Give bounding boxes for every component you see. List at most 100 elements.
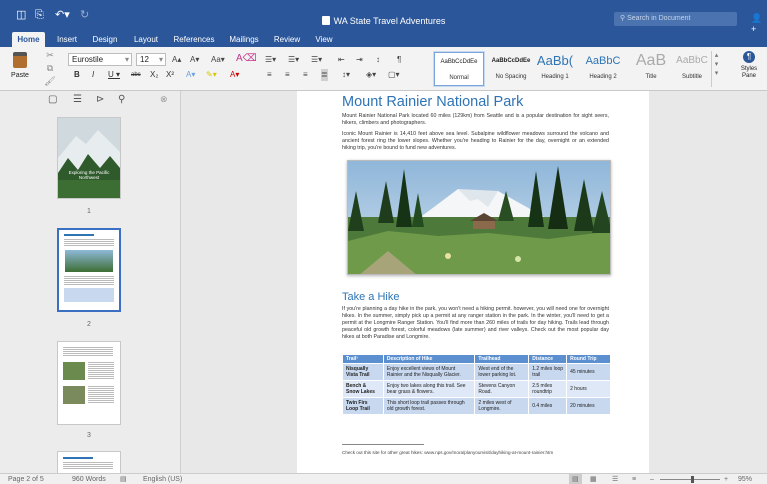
style-heading-1[interactable]: AaBb(Heading 1: [530, 52, 580, 86]
table-cell[interactable]: Twin Firs Loop Trail: [342, 397, 384, 415]
paste-button[interactable]: Paste: [8, 52, 32, 79]
zoom-in-icon[interactable]: +: [724, 474, 728, 484]
superscript-icon[interactable]: X²: [166, 69, 174, 81]
table-cell[interactable]: 2 hours: [566, 380, 611, 398]
bookmark-icon[interactable]: ⊳: [96, 94, 104, 105]
page-thumbnail-4[interactable]: [57, 451, 121, 473]
style-no-spacing[interactable]: AaBbCcDdEe No Spacing: [486, 52, 536, 86]
paragraph-intro[interactable]: Mount Rainier National Park located 60 m…: [342, 113, 609, 127]
proofing-icon[interactable]: ▤: [120, 474, 127, 484]
tab-references[interactable]: References: [169, 32, 219, 47]
subscript-icon[interactable]: X₂: [150, 69, 158, 81]
table-row[interactable]: Nisqually Vista Trail Enjoy excellent vi…: [342, 363, 611, 381]
zoom-out-icon[interactable]: –: [650, 474, 654, 484]
font-name-field[interactable]: Eurostile ▾: [68, 53, 132, 66]
shrink-font-icon[interactable]: A▾: [190, 54, 199, 66]
table-cell[interactable]: Bench & Snow Lakes: [342, 380, 384, 398]
table-cell[interactable]: 20 minutes: [566, 397, 611, 415]
page-thumbnail-3[interactable]: [57, 341, 121, 425]
document-canvas[interactable]: Mount Rainier National Park Mount Rainie…: [182, 91, 767, 473]
page-thumbnail-2[interactable]: [57, 228, 121, 312]
zoom-slider-handle[interactable]: [691, 476, 694, 483]
table-cell[interactable]: 2 miles west of Longmire.: [474, 397, 530, 415]
search-input[interactable]: ⚲ Search in Document: [614, 12, 737, 26]
font-color-icon[interactable]: A▾: [230, 69, 239, 81]
tab-layout[interactable]: Layout: [128, 32, 164, 47]
borders-icon[interactable]: ▢▾: [388, 69, 400, 81]
grow-font-icon[interactable]: A▴: [172, 54, 181, 66]
table-cell[interactable]: This short loop trail passes through old…: [382, 397, 476, 415]
decrease-indent-icon[interactable]: ⇤: [338, 54, 345, 66]
style-subtitle[interactable]: AaBbC Subtitle: [672, 52, 712, 86]
page-thumbnail-1[interactable]: Exploring the Pacific Northwest: [57, 117, 121, 199]
style-title[interactable]: AaB Title: [626, 52, 676, 86]
mount-rainier-photo[interactable]: [347, 160, 611, 275]
zoom-level[interactable]: 95%: [738, 474, 752, 484]
table-cell[interactable]: 0.4 miles: [528, 397, 568, 415]
heading-take-a-hike[interactable]: Take a Hike: [342, 291, 399, 304]
table-cell[interactable]: Nisqually Vista Trail: [342, 363, 384, 381]
tab-review[interactable]: Review: [270, 32, 304, 47]
styles-gallery-arrows[interactable]: ▴ ▾ ▾: [711, 51, 721, 87]
underline-icon[interactable]: U ▾: [108, 69, 120, 81]
tab-design[interactable]: Design: [88, 32, 122, 47]
paragraph-hike[interactable]: If you're planning a day hike in the par…: [342, 306, 609, 341]
paragraph-iconic[interactable]: Iconic Mount Rainier is 14,410 feet abov…: [342, 131, 609, 152]
clear-formatting-icon[interactable]: A⌫: [236, 53, 257, 65]
footnote[interactable]: Check out this site for other great hike…: [342, 450, 553, 455]
share-icon[interactable]: 👤+: [751, 13, 767, 34]
tab-mailings[interactable]: Mailings: [224, 32, 264, 47]
table-cell[interactable]: Stevens Canyon Road.: [474, 380, 530, 398]
table-row[interactable]: Twin Firs Loop Trail This short loop tra…: [342, 397, 611, 415]
style-normal[interactable]: AaBbCcDdEe Normal: [434, 52, 484, 86]
bold-icon[interactable]: B: [74, 69, 80, 81]
search-icon[interactable]: ⚲: [118, 94, 125, 105]
web-layout-icon[interactable]: ▦: [590, 474, 597, 484]
align-center-icon[interactable]: ≡: [285, 69, 290, 81]
cut-icon[interactable]: ✂: [44, 49, 56, 62]
increase-indent-icon[interactable]: ⇥: [356, 54, 363, 66]
format-painter-icon[interactable]: 🖌: [44, 75, 56, 88]
tab-view[interactable]: View: [310, 32, 338, 47]
document-title[interactable]: Mount Rainier National Park: [342, 94, 523, 111]
shading-icon[interactable]: ◈▾: [366, 69, 376, 81]
text-effects-icon[interactable]: A▾: [186, 69, 195, 81]
styles-pane-button[interactable]: ¶ Styles Pane: [735, 51, 763, 80]
close-icon[interactable]: ⊗: [160, 94, 168, 105]
table-cell[interactable]: 2.5 miles roundtrip: [528, 380, 568, 398]
table-row[interactable]: Bench & Snow Lakes Enjoy two lakes along…: [342, 380, 611, 398]
align-left-icon[interactable]: ≡: [267, 69, 272, 81]
table-cell[interactable]: 45 minutes: [566, 363, 611, 381]
align-right-icon[interactable]: ≡: [303, 69, 308, 81]
hikes-table[interactable]: Trail¹ Description of Hike Trailhead Dis…: [342, 354, 611, 415]
justify-icon[interactable]: ≣: [321, 69, 328, 81]
multilevel-list-icon[interactable]: ☰▾: [311, 54, 322, 66]
outline-icon[interactable]: ☰: [73, 94, 82, 105]
word-count[interactable]: 960 Words: [72, 474, 106, 484]
page-count[interactable]: Page 2 of 5: [8, 474, 44, 484]
zoom-slider[interactable]: [660, 479, 720, 480]
language[interactable]: English (US): [143, 474, 182, 484]
table-cell[interactable]: 1.2 miles loop trail: [528, 363, 568, 381]
document-page[interactable]: Mount Rainier National Park Mount Rainie…: [297, 91, 649, 473]
outline-view-icon[interactable]: ☰: [612, 474, 618, 484]
draft-view-icon[interactable]: ≡: [632, 474, 636, 484]
print-layout-icon[interactable]: ▤: [569, 474, 582, 484]
strikethrough-icon[interactable]: abc: [131, 69, 141, 81]
paragraph-marks-icon[interactable]: ¶: [397, 54, 401, 66]
numbering-icon[interactable]: ☰▾: [288, 54, 299, 66]
sort-icon[interactable]: ↕: [376, 54, 380, 66]
table-cell[interactable]: Enjoy two lakes along this trail. See be…: [382, 380, 476, 398]
line-spacing-icon[interactable]: ↕▾: [342, 69, 350, 81]
font-size-field[interactable]: 12 ▾: [136, 53, 166, 66]
copy-icon[interactable]: ⧉: [44, 62, 56, 75]
table-cell[interactable]: Enjoy excellent views of Mount Rainier a…: [382, 363, 476, 381]
style-heading-2[interactable]: AaBbC Heading 2: [578, 52, 628, 86]
italic-icon[interactable]: I: [92, 69, 94, 81]
highlight-icon[interactable]: ✎▾: [206, 69, 217, 81]
change-case-icon[interactable]: Aa▾: [211, 54, 225, 66]
bullets-icon[interactable]: ☰▾: [265, 54, 276, 66]
thumbnails-icon[interactable]: ▢: [48, 94, 57, 105]
table-cell[interactable]: West end of the lower parking lot.: [474, 363, 530, 381]
tab-home[interactable]: Home: [12, 32, 45, 47]
